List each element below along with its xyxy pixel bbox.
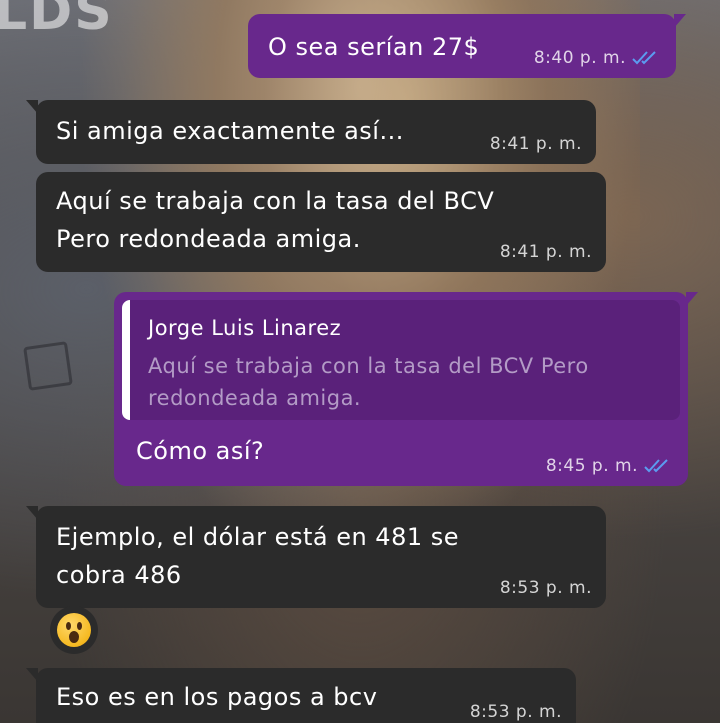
- surprised-face-emoji-icon: [57, 613, 91, 647]
- message-text-line-2: Pero redondeada amiga.: [56, 225, 361, 253]
- quoted-author: Jorge Luis Linarez: [148, 316, 342, 340]
- message-reaction[interactable]: [50, 606, 98, 654]
- quoted-text-line-1: Aquí se trabaja con la tasa del BCV Pero: [148, 354, 589, 378]
- message-text: Si amiga exactamente así...: [56, 117, 404, 145]
- message-meta: 8:41 p. m.: [490, 134, 582, 154]
- message-text: Cómo así?: [136, 437, 265, 465]
- quoted-message[interactable]: Jorge Luis Linarez Aquí se trabaja con l…: [122, 300, 680, 420]
- quoted-text-line-2: redondeada amiga.: [148, 386, 362, 410]
- message-time: 8:41 p. m.: [499, 242, 592, 262]
- incoming-message-bubble[interactable]: Ejemplo, el dólar está en 481 se cobra 4…: [26, 506, 606, 608]
- bubble-tail: [26, 100, 38, 114]
- bubble-tail: [674, 14, 686, 28]
- message-text-line-1: Ejemplo, el dólar está en 481 se: [56, 523, 459, 551]
- message-meta: 8:53 p. m.: [470, 702, 562, 722]
- message-meta: 8:53 p. m.: [500, 578, 592, 598]
- outgoing-reply-message-bubble[interactable]: Jorge Luis Linarez Aquí se trabaja con l…: [114, 292, 698, 486]
- message-time: 8:45 p. m.: [545, 456, 638, 476]
- wallpaper-tattoo: [23, 341, 73, 391]
- outgoing-message-bubble[interactable]: O sea serían 27$ 8:40 p. m.: [248, 14, 686, 78]
- message-text-line-1: Aquí se trabaja con la tasa del BCV: [56, 187, 495, 215]
- message-time: 8:53 p. m.: [499, 578, 592, 598]
- message-time: 8:40 p. m.: [533, 48, 626, 68]
- message-time: 8:53 p. m.: [469, 702, 562, 722]
- read-double-check-icon: [632, 51, 656, 65]
- message-meta: 8:41 p. m.: [500, 242, 592, 262]
- bubble-tail: [26, 506, 38, 520]
- message-meta: 8:40 p. m.: [534, 48, 662, 68]
- message-text-line-2: cobra 486: [56, 561, 182, 589]
- bubble-tail: [686, 292, 698, 306]
- message-time: 8:41 p. m.: [489, 134, 582, 154]
- bubble-tail: [26, 668, 38, 682]
- incoming-message-bubble[interactable]: Eso es en los pagos a bcv 8:53 p. m.: [26, 668, 576, 723]
- wallpaper-logo-text: LDS: [0, 0, 114, 42]
- incoming-message-bubble[interactable]: Si amiga exactamente así... 8:41 p. m.: [26, 100, 596, 164]
- message-text: Eso es en los pagos a bcv: [56, 683, 378, 711]
- message-text: O sea serían 27$: [268, 33, 480, 61]
- quoted-text: Aquí se trabaja con la tasa del BCV Pero…: [148, 350, 660, 414]
- quote-accent-bar: [122, 300, 130, 420]
- message-meta: 8:45 p. m.: [546, 456, 674, 476]
- incoming-message-bubble[interactable]: Aquí se trabaja con la tasa del BCV Pero…: [36, 172, 606, 272]
- read-double-check-icon: [644, 459, 668, 473]
